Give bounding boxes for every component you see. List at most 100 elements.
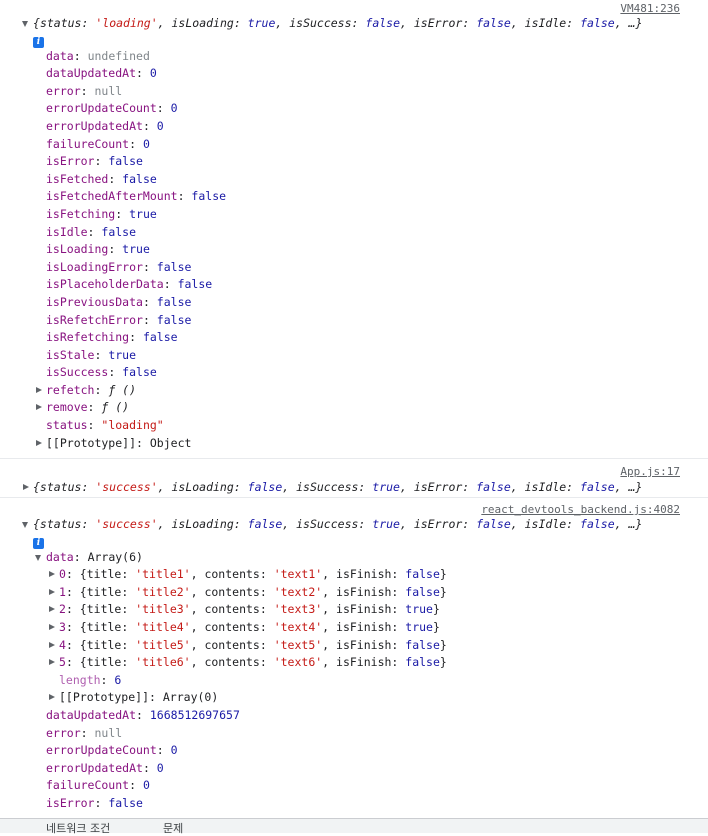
array-item[interactable]: 1: {title: 'title2', contents: 'text2', … [0, 584, 708, 602]
property-length: length: 6 [59, 672, 122, 687]
property-key: [[Prototype]] [46, 435, 137, 450]
property-value: true [129, 206, 157, 221]
property-refetch[interactable]: refetch: ƒ () [0, 382, 708, 400]
property-isplaceholderdata: isPlaceholderData: false [46, 277, 213, 292]
property-iserror: isError: false [46, 154, 143, 169]
drawer-tab-bar: 네트워크 조건 문제 [0, 818, 708, 836]
array-item[interactable]: 3: {title: 'title4', contents: 'text4', … [0, 619, 708, 637]
property-value: true [122, 242, 150, 257]
expand-triangle-icon[interactable] [36, 404, 42, 411]
property-value: 0 [170, 743, 178, 758]
collapse-triangle-icon[interactable] [22, 522, 28, 528]
expand-triangle-icon[interactable] [49, 623, 55, 630]
property-value: 0 [170, 101, 178, 116]
summary-token: false [476, 16, 511, 30]
expand-triangle-icon[interactable] [49, 641, 55, 648]
array-item[interactable]: 0: {title: 'title1', contents: 'text1', … [0, 566, 708, 584]
summary-token: {status: [33, 480, 96, 494]
property-value: "loading" [101, 418, 164, 433]
summary-token: {status: [33, 517, 96, 531]
property-errorupdatedat: errorUpdatedAt: 0 [46, 760, 164, 775]
property-value: false [108, 154, 143, 169]
summary-token: false [247, 480, 283, 494]
summary-token: false [580, 517, 615, 531]
property-data[interactable]: data: Array(6) [0, 549, 708, 567]
property-dataupdatedat: dataUpdatedAt: 0 [46, 66, 157, 81]
property-value: false [156, 259, 192, 274]
source-link[interactable]: react_devtools_backend.js:4082 [481, 503, 680, 516]
property-prototype[interactable]: [[Prototype]]: Object [0, 435, 708, 453]
property-isrefetcherror: isRefetchError: false [46, 312, 192, 327]
summary-token: { [33, 16, 40, 30]
property-value: false [108, 795, 143, 810]
property-value: false [101, 224, 137, 239]
summary-token: , isLoading: [157, 16, 248, 30]
property-key: isFetchedAfterMount [46, 189, 178, 204]
summary-token: , isError: [399, 517, 477, 531]
array-item[interactable]: 2: {title: 'title3', contents: 'text3', … [0, 601, 708, 619]
property-value: false [177, 277, 213, 292]
expand-triangle-icon[interactable] [49, 588, 55, 595]
property-value: false [122, 171, 157, 186]
object-summary[interactable]: {status: 'success', isLoading: false, is… [0, 479, 708, 497]
property-isloading: isLoading: true [46, 242, 150, 257]
property-isfetching: isFetching: true [46, 206, 157, 221]
object-summary[interactable]: {status: 'success', isLoading: false, is… [0, 516, 708, 534]
property-value: null [94, 725, 123, 740]
source-link[interactable]: VM481:236 [620, 2, 680, 15]
summary-token: false [476, 517, 511, 531]
property-key: isIdle [46, 224, 88, 239]
property-list: dataUpdatedAt: 1668512697657 error: null e… [0, 707, 708, 813]
property-errorupdatecount: errorUpdateCount: 0 [46, 101, 178, 116]
property-key: isPreviousData [46, 294, 143, 309]
property-failurecount: failureCount: 0 [46, 136, 150, 151]
property-dataupdatedat: dataUpdatedAt: 1668512697657 [46, 707, 240, 722]
expand-triangle-icon[interactable] [49, 606, 55, 613]
source-link[interactable]: App.js:17 [620, 465, 680, 478]
property-key: errorUpdatedAt [46, 760, 143, 775]
array-label: Array(6) [87, 549, 143, 564]
summary-token: , …} [614, 16, 643, 30]
info-icon[interactable]: i [33, 36, 44, 48]
console-message-success-collapsed: App.js:17 {status: 'success', isLoading:… [0, 459, 708, 498]
expand-triangle-icon[interactable] [49, 694, 55, 701]
array-prototype[interactable]: [[Prototype]]: Array(0) [0, 689, 708, 707]
property-key: failureCount [46, 136, 130, 151]
summary-token: true [372, 480, 400, 494]
property-data: data: undefined [46, 48, 150, 63]
property-key: status [46, 418, 88, 433]
summary-token: , isSuccess: [282, 480, 373, 494]
summary-token: , isLoading: [157, 517, 248, 531]
property-errorupdatecount: errorUpdateCount: 0 [46, 743, 178, 758]
property-key: isRefetching [46, 330, 130, 345]
property-remove[interactable]: remove: ƒ () [0, 399, 708, 417]
expand-triangle-icon[interactable] [36, 386, 42, 393]
collapse-triangle-icon[interactable] [35, 554, 41, 561]
summary-token: , …} [614, 517, 643, 531]
summary-token: : [81, 16, 96, 30]
property-isfetchedaftermount: isFetchedAfterMount: false [46, 189, 227, 204]
property-isloadingerror: isLoadingError: false [46, 259, 192, 274]
expand-triangle-icon[interactable] [23, 484, 29, 490]
property-key: data [46, 48, 74, 63]
property-value: null [94, 83, 123, 98]
array-item[interactable]: 4: {title: 'title5', contents: 'text5', … [0, 637, 708, 655]
expand-triangle-icon[interactable] [49, 571, 55, 578]
property-value: false [156, 312, 192, 327]
tab-network-conditions[interactable]: 네트워크 조건 [46, 820, 110, 836]
property-key: isPlaceholderData [46, 277, 164, 292]
summary-token: false [580, 16, 615, 30]
expand-triangle-icon[interactable] [49, 659, 55, 666]
property-value: ƒ () [108, 382, 137, 397]
info-icon[interactable]: i [33, 537, 44, 549]
tab-issues[interactable]: 문제 [163, 820, 183, 836]
property-value: 0 [142, 778, 150, 793]
summary-token: true [372, 517, 400, 531]
array-item[interactable]: 5: {title: 'title6', contents: 'text6', … [0, 654, 708, 672]
object-summary[interactable]: {status: 'loading', isLoading: true, isS… [0, 15, 708, 33]
expand-triangle-icon[interactable] [36, 439, 42, 446]
summary-token: , isSuccess: [275, 16, 366, 30]
property-error: error: null [46, 725, 123, 740]
collapse-triangle-icon[interactable] [22, 21, 28, 27]
console-message-loading: VM481:236 {status: 'loading', isLoading:… [0, 0, 708, 459]
